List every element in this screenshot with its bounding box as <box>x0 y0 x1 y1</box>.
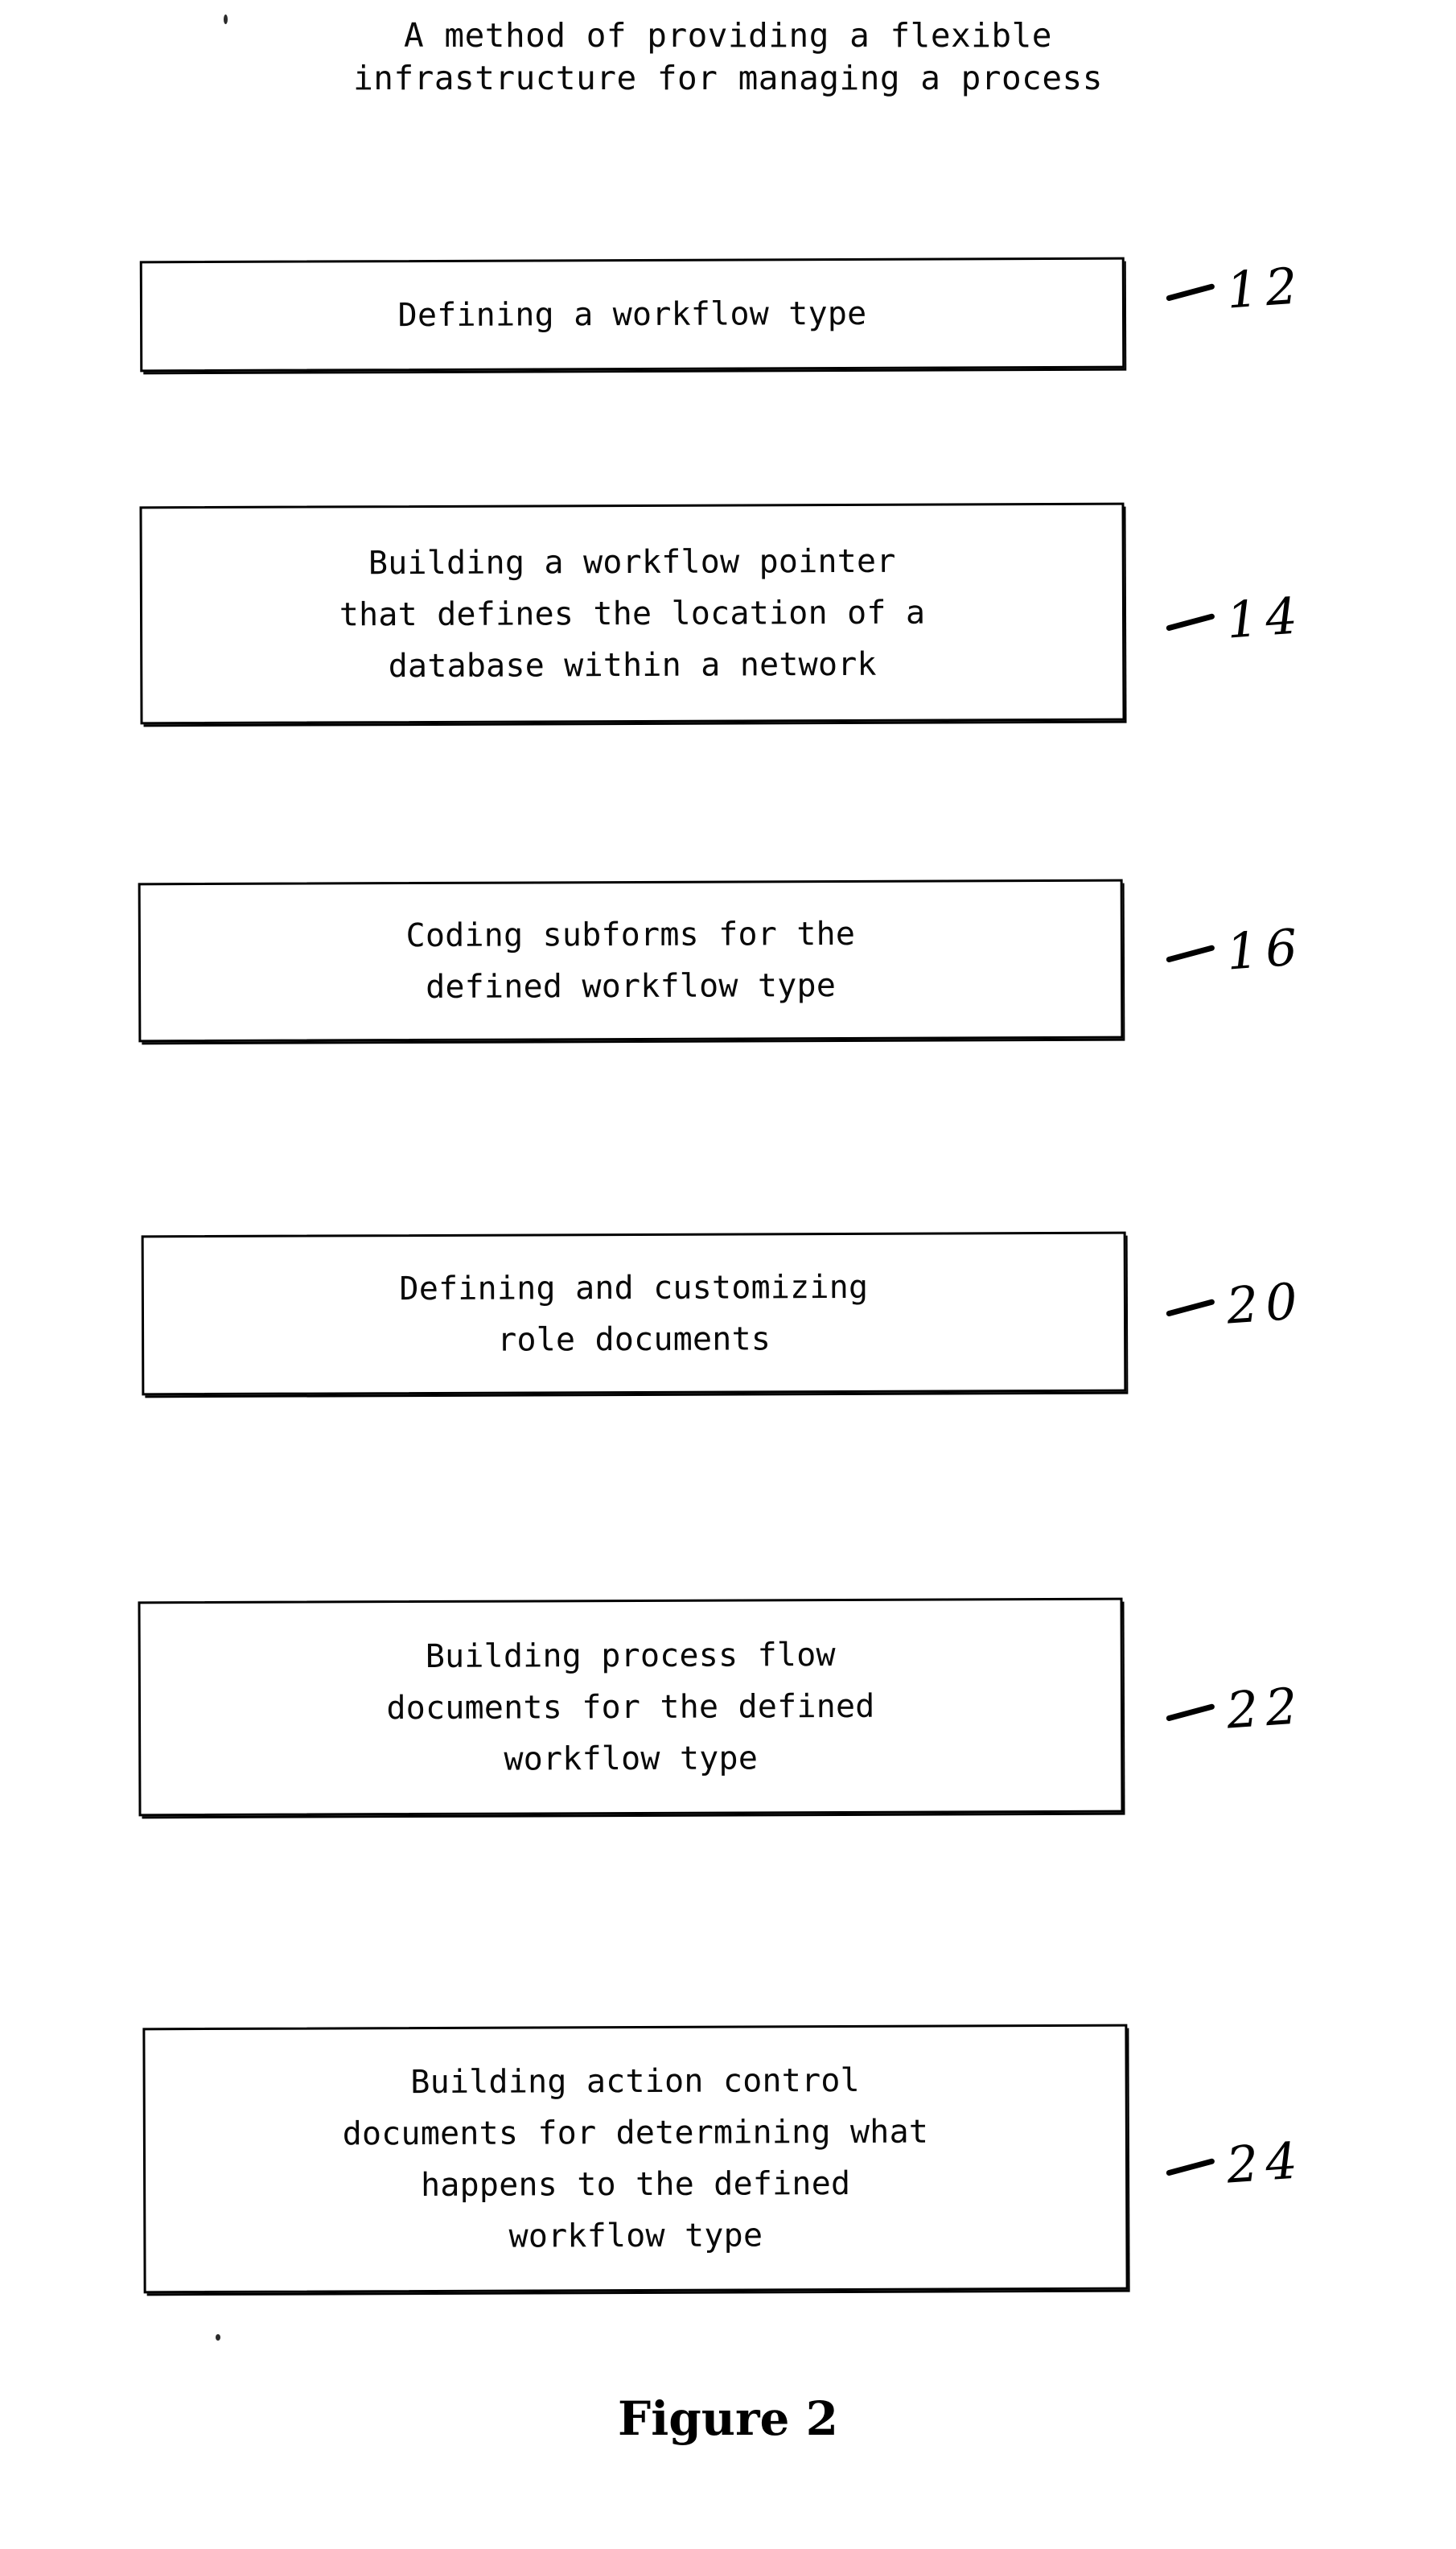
reference-numeral-20: 20 <box>1163 1271 1306 1340</box>
figure-title: A method of providing a flexible infrast… <box>0 14 1456 100</box>
reference-numeral-16: 16 <box>1163 917 1306 986</box>
reference-numeral-12-value: 12 <box>1224 256 1307 320</box>
flowchart-step-5-text: Building process flow documents for the … <box>386 1636 875 1778</box>
leader-line-icon <box>1166 2158 1215 2177</box>
reference-numeral-24-value: 24 <box>1224 2131 1307 2195</box>
reference-numeral-22-value: 22 <box>1224 1676 1307 1740</box>
figure-caption: Figure 2 <box>618 2391 838 2446</box>
leader-line-icon <box>1166 613 1215 632</box>
flowchart-step-6-text: Building action control documents for de… <box>342 2061 929 2255</box>
scan-speck <box>216 2334 220 2341</box>
flowchart-step-2-text: Building a workflow pointer that defines… <box>339 542 926 685</box>
leader-line-icon <box>1166 945 1215 964</box>
flowchart-step-6: Building action control documents for de… <box>142 2024 1129 2294</box>
figure-title-line-2: infrastructure for managing a process <box>353 59 1103 97</box>
flowchart-step-3: Coding subforms for the defined workflow… <box>138 879 1124 1043</box>
reference-numeral-24: 24 <box>1163 2131 1306 2199</box>
reference-numeral-16-value: 16 <box>1224 917 1307 982</box>
flowchart-step-1: Defining a workflow type <box>139 257 1125 373</box>
leader-line-icon <box>1166 283 1215 303</box>
reference-numeral-20-value: 20 <box>1224 1271 1307 1336</box>
reference-numeral-12: 12 <box>1163 256 1306 324</box>
leader-line-icon <box>1166 1299 1215 1318</box>
flowchart-step-4: Defining and customizing role documents <box>141 1231 1127 1396</box>
flowchart-step-1-text: Defining a workflow type <box>397 294 867 335</box>
flowchart-step-2: Building a workflow pointer that defines… <box>139 502 1125 725</box>
flowchart-step-3-text: Coding subforms for the defined workflow… <box>405 915 856 1006</box>
leader-line-icon <box>1166 1703 1215 1723</box>
flowchart-step-4-text: Defining and customizing role documents <box>399 1268 869 1359</box>
reference-numeral-14-value: 14 <box>1224 586 1307 650</box>
patent-figure-page: A method of providing a flexible infrast… <box>0 0 1456 2549</box>
figure-title-line-1: A method of providing a flexible <box>404 16 1052 55</box>
flowchart-step-5: Building process flow documents for the … <box>138 1597 1124 1817</box>
reference-numeral-14: 14 <box>1163 586 1306 654</box>
reference-numeral-22: 22 <box>1163 1676 1306 1744</box>
